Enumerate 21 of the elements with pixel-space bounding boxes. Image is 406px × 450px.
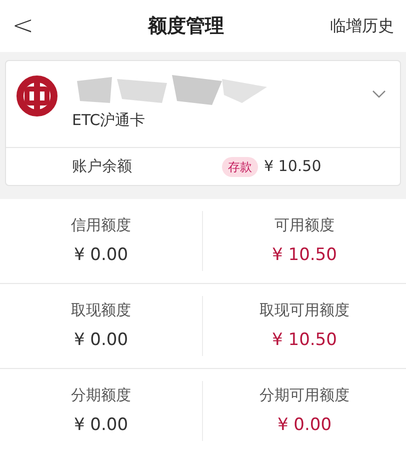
limit-amount: ¥ 0.00 — [74, 414, 128, 436]
limit-label: 信用额度 — [71, 215, 131, 236]
limit-label: 分期可用额度 — [260, 385, 350, 406]
bank-logo-icon — [16, 75, 58, 117]
expand-chevron-icon[interactable] — [372, 89, 386, 99]
balance-label: 账户余额 — [72, 156, 133, 178]
balance-amount: ¥ 10.50 — [264, 156, 322, 178]
limit-amount: ¥ 0.00 — [74, 328, 128, 352]
limit-amount: ¥ 0.00 — [277, 414, 332, 436]
card-name: ETC沪通卡 — [72, 110, 146, 131]
deposit-tag: 存款 — [222, 156, 258, 176]
limit-label: 取现额度 — [71, 300, 131, 321]
history-link[interactable]: 临增历史 — [330, 14, 394, 38]
limit-amount: ¥ 0.00 — [74, 244, 128, 266]
limit-label: 可用额度 — [274, 215, 334, 236]
back-button[interactable]: < — [12, 6, 42, 46]
limit-amount: ¥ 10.50 — [272, 244, 337, 266]
limit-amount: ¥ 10.50 — [272, 328, 337, 352]
page-title: 额度管理 — [148, 14, 224, 39]
limit-label: 分期额度 — [71, 385, 131, 406]
limit-label: 取现可用额度 — [260, 300, 350, 321]
